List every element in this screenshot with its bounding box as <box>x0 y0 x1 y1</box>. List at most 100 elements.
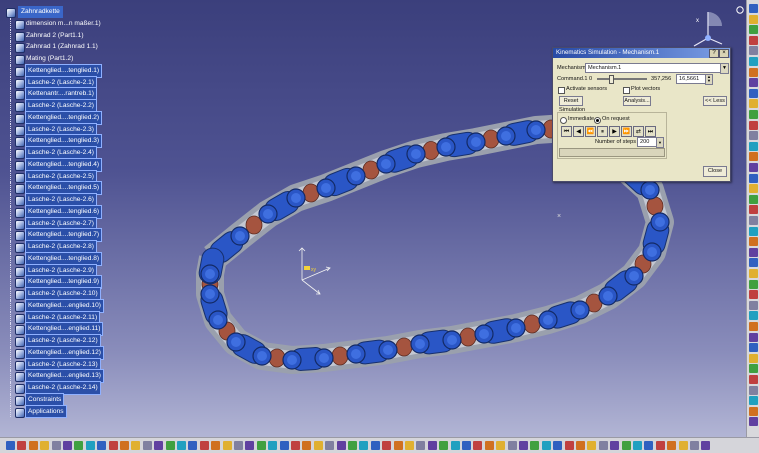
toolbar-tool-icon[interactable] <box>165 441 175 450</box>
tree-item[interactable]: Kettenglied....tenglied.2) <box>4 110 124 125</box>
command-slider-thumb[interactable] <box>609 75 614 84</box>
toolbar-tool-icon[interactable] <box>749 194 758 204</box>
tree-item[interactable]: Kettenglied....tenglied.4) <box>4 157 124 172</box>
tree-item[interactable]: dimension m...n maßer.1) <box>4 17 124 30</box>
step-back-icon[interactable]: ◀ <box>573 126 584 137</box>
toolbar-tool-icon[interactable] <box>644 441 654 450</box>
toolbar-tool-icon[interactable] <box>519 441 528 450</box>
toolbar-tool-icon[interactable] <box>97 441 107 450</box>
tree-item[interactable]: Kettenglied....englied.10) <box>4 298 124 313</box>
toolbar-tool-icon[interactable] <box>749 205 758 215</box>
toolbar-tool-icon[interactable] <box>564 441 574 450</box>
tree-item[interactable]: Mating (Part1.2) <box>4 53 124 65</box>
toolbar-tool-icon[interactable] <box>598 441 608 450</box>
toolbar-tool-icon[interactable] <box>690 441 699 450</box>
command-spinner[interactable]: ▲ ▼ <box>705 74 713 85</box>
toolbar-tool-icon[interactable] <box>749 57 758 66</box>
toolbar-tool-icon[interactable] <box>749 290 758 300</box>
toolbar-tool-icon[interactable] <box>749 35 758 45</box>
tree-item[interactable]: Kettenantr....rantreb.1) <box>4 87 124 101</box>
toolbar-tool-icon[interactable] <box>370 441 380 450</box>
tree-item[interactable]: Lasche-2 (Lasche-2.11) <box>4 310 124 325</box>
tree-root[interactable]: Zahnradkette <box>4 6 124 18</box>
pause-icon[interactable]: ⏸ <box>597 126 608 137</box>
toolbar-tool-icon[interactable] <box>63 441 72 450</box>
toolbar-tool-icon[interactable] <box>142 441 152 450</box>
toolbar-tool-icon[interactable] <box>749 311 758 321</box>
toolbar-tool-icon[interactable] <box>17 441 27 450</box>
analysis-button[interactable]: Analysis... <box>623 96 651 106</box>
toolbar-tool-icon[interactable] <box>416 441 426 450</box>
dialog-titlebar[interactable]: Kinematics Simulation - Mechanism.1 ? × <box>553 48 730 58</box>
toolbar-tool-icon[interactable] <box>749 99 758 109</box>
tree-item[interactable]: Kettenglied....tenglied.6) <box>4 204 124 219</box>
play-backward-icon[interactable]: ⏪ <box>585 126 596 137</box>
tree-item[interactable]: Kettenglied....tenglied.7) <box>4 228 124 242</box>
toolbar-tool-icon[interactable] <box>177 441 186 450</box>
toolbar-tool-icon[interactable] <box>749 78 758 88</box>
toolbar-tool-icon[interactable] <box>28 441 38 450</box>
tree-item[interactable]: Zahnrad 1 (Zahnrad 1.1) <box>4 41 124 54</box>
toolbar-tool-icon[interactable] <box>701 441 711 450</box>
toolbar-tool-icon[interactable] <box>336 441 346 450</box>
toolbar-tool-icon[interactable] <box>749 247 758 257</box>
toolbar-tool-icon[interactable] <box>74 441 84 450</box>
specification-tree[interactable]: Zahnradkette dimension m...n maßer.1) Zahn… <box>4 6 124 419</box>
tree-item[interactable]: Zahnrad 2 (Part1.1) <box>4 29 124 42</box>
step-forward-icon[interactable]: ⏩ <box>621 126 632 137</box>
toolbar-tool-icon[interactable] <box>749 385 758 395</box>
compass-icon[interactable]: x <box>688 8 728 52</box>
toolbar-tool-icon[interactable] <box>6 441 15 450</box>
toolbar-tool-icon[interactable] <box>439 441 449 450</box>
toolbar-tool-icon[interactable] <box>51 441 61 450</box>
toolbar-tool-icon[interactable] <box>749 14 758 24</box>
toolbar-tool-icon[interactable] <box>382 441 392 450</box>
toolbar-tool-icon[interactable] <box>667 441 677 450</box>
plot-vectors-checkbox[interactable] <box>623 87 630 94</box>
toolbar-tool-icon[interactable] <box>749 216 758 225</box>
toolbar-tool-icon[interactable] <box>655 441 665 450</box>
toolbar-tool-icon[interactable] <box>621 441 631 450</box>
toolbar-tool-icon[interactable] <box>749 226 758 236</box>
toolbar-tool-icon[interactable] <box>541 441 551 450</box>
bottom-toolbar[interactable] <box>0 437 759 453</box>
on-request-radio[interactable] <box>594 117 601 124</box>
toolbar-tool-icon[interactable] <box>348 441 357 450</box>
tree-item[interactable]: Kettenglied....englied.11) <box>4 322 124 336</box>
toolbar-tool-icon[interactable] <box>749 406 758 416</box>
immediate-radio[interactable] <box>560 117 567 124</box>
toolbar-tool-icon[interactable] <box>749 417 758 427</box>
toolbar-tool-icon[interactable] <box>749 67 758 77</box>
tree-item[interactable]: Lasche-2 (Lasche-2.5) <box>4 169 124 184</box>
toolbar-tool-icon[interactable] <box>473 441 483 450</box>
tree-item[interactable]: Lasche-2 (Lasche-2.7) <box>4 216 124 231</box>
toolbar-tool-icon[interactable] <box>749 343 758 353</box>
toolbar-tool-icon[interactable] <box>749 364 758 374</box>
toolbar-tool-icon[interactable] <box>462 441 471 450</box>
command-value-field[interactable]: 16,5661 <box>676 74 706 84</box>
toolbar-tool-icon[interactable] <box>749 258 758 268</box>
toolbar-tool-icon[interactable] <box>393 441 403 450</box>
toolbar-tool-icon[interactable] <box>749 46 758 56</box>
close-icon[interactable]: × <box>719 49 729 58</box>
toolbar-tool-icon[interactable] <box>749 300 758 310</box>
toolbar-tool-icon[interactable] <box>749 4 758 13</box>
toolbar-tool-icon[interactable] <box>749 184 758 194</box>
jump-to-end-icon[interactable]: ⏭ <box>645 126 656 137</box>
toolbar-tool-icon[interactable] <box>749 110 758 119</box>
toolbar-tool-icon[interactable] <box>199 441 209 450</box>
toolbar-tool-icon[interactable] <box>749 120 758 130</box>
jump-to-start-icon[interactable]: ⏮ <box>561 126 572 137</box>
toolbar-tool-icon[interactable] <box>749 375 758 384</box>
tree-item[interactable]: Lasche-2 (Lasche-2.9) <box>4 263 124 278</box>
toolbar-tool-icon[interactable] <box>749 88 758 98</box>
tree-item[interactable]: Lasche-2 (Lasche-2.8) <box>4 240 124 254</box>
tree-item[interactable]: Lasche-2 (Lasche-2.4) <box>4 146 124 160</box>
tree-item[interactable]: Lasche-2 (Lasche-2.10) <box>4 287 124 301</box>
tree-item[interactable]: Applications <box>4 404 124 419</box>
loop-icon[interactable]: ⇄ <box>633 126 644 137</box>
toolbar-tool-icon[interactable] <box>749 141 758 151</box>
tree-item[interactable]: Lasche-2 (Lasche-2.3) <box>4 122 124 137</box>
chevron-down-icon[interactable]: ▼ <box>720 63 729 74</box>
command-slider[interactable] <box>597 78 647 80</box>
